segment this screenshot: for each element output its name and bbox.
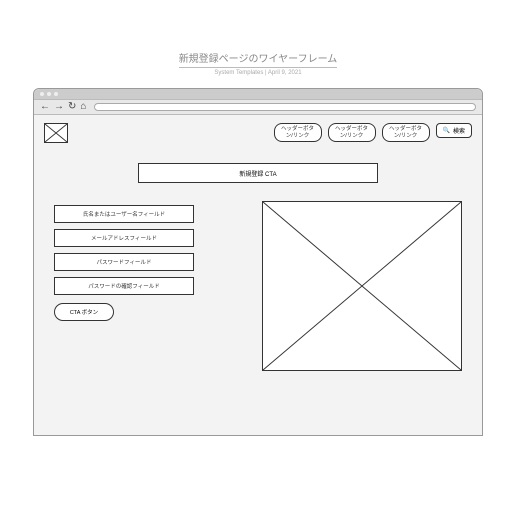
password-field[interactable]: パスワードフィールド [54,253,194,271]
search-icon: 🔍 [443,127,450,134]
password-confirm-field[interactable]: パスワードの確認フィールド [54,277,194,295]
back-icon[interactable]: ← [40,102,50,112]
content-row: 氏名またはユーザー名フィールド メールアドレスフィールド パスワードフィールド … [44,201,472,371]
browser-window: ← → ↻ ⌂ ヘッダーボタン/リンク ヘッダーボタン/リンク ヘッダーボタン/… [33,88,483,436]
header-button[interactable]: ヘッダーボタン/リンク [328,123,376,142]
main-cta[interactable]: 新規登録 CTA [138,163,378,183]
page-title: 新規登録ページのワイヤーフレーム [179,50,338,68]
window-dot [54,92,58,96]
browser-titlebar [34,89,482,99]
name-field[interactable]: 氏名またはユーザー名フィールド [54,205,194,223]
image-placeholder [262,201,462,371]
search-button[interactable]: 🔍 検索 [436,123,473,138]
page-body: ヘッダーボタン/リンク ヘッダーボタン/リンク ヘッダーボタン/リンク 🔍 検索… [34,115,482,435]
form-column: 氏名またはユーザー名フィールド メールアドレスフィールド パスワードフィールド … [54,201,194,371]
search-label: 検索 [453,126,465,135]
browser-toolbar: ← → ↻ ⌂ [34,99,482,115]
logo-placeholder [44,123,68,143]
refresh-icon[interactable]: ↻ [68,102,76,112]
window-dot [40,92,44,96]
header-button[interactable]: ヘッダーボタン/リンク [382,123,430,142]
email-field[interactable]: メールアドレスフィールド [54,229,194,247]
cta-button[interactable]: CTA ボタン [54,303,114,321]
home-icon[interactable]: ⌂ [80,102,86,112]
header-button[interactable]: ヘッダーボタン/リンク [274,123,322,142]
window-dot [47,92,51,96]
page-subtitle: System Templates | April 9, 2021 [214,70,301,76]
page-header: ヘッダーボタン/リンク ヘッダーボタン/リンク ヘッダーボタン/リンク 🔍 検索 [44,123,472,143]
forward-icon[interactable]: → [54,102,64,112]
url-bar[interactable] [94,103,476,111]
